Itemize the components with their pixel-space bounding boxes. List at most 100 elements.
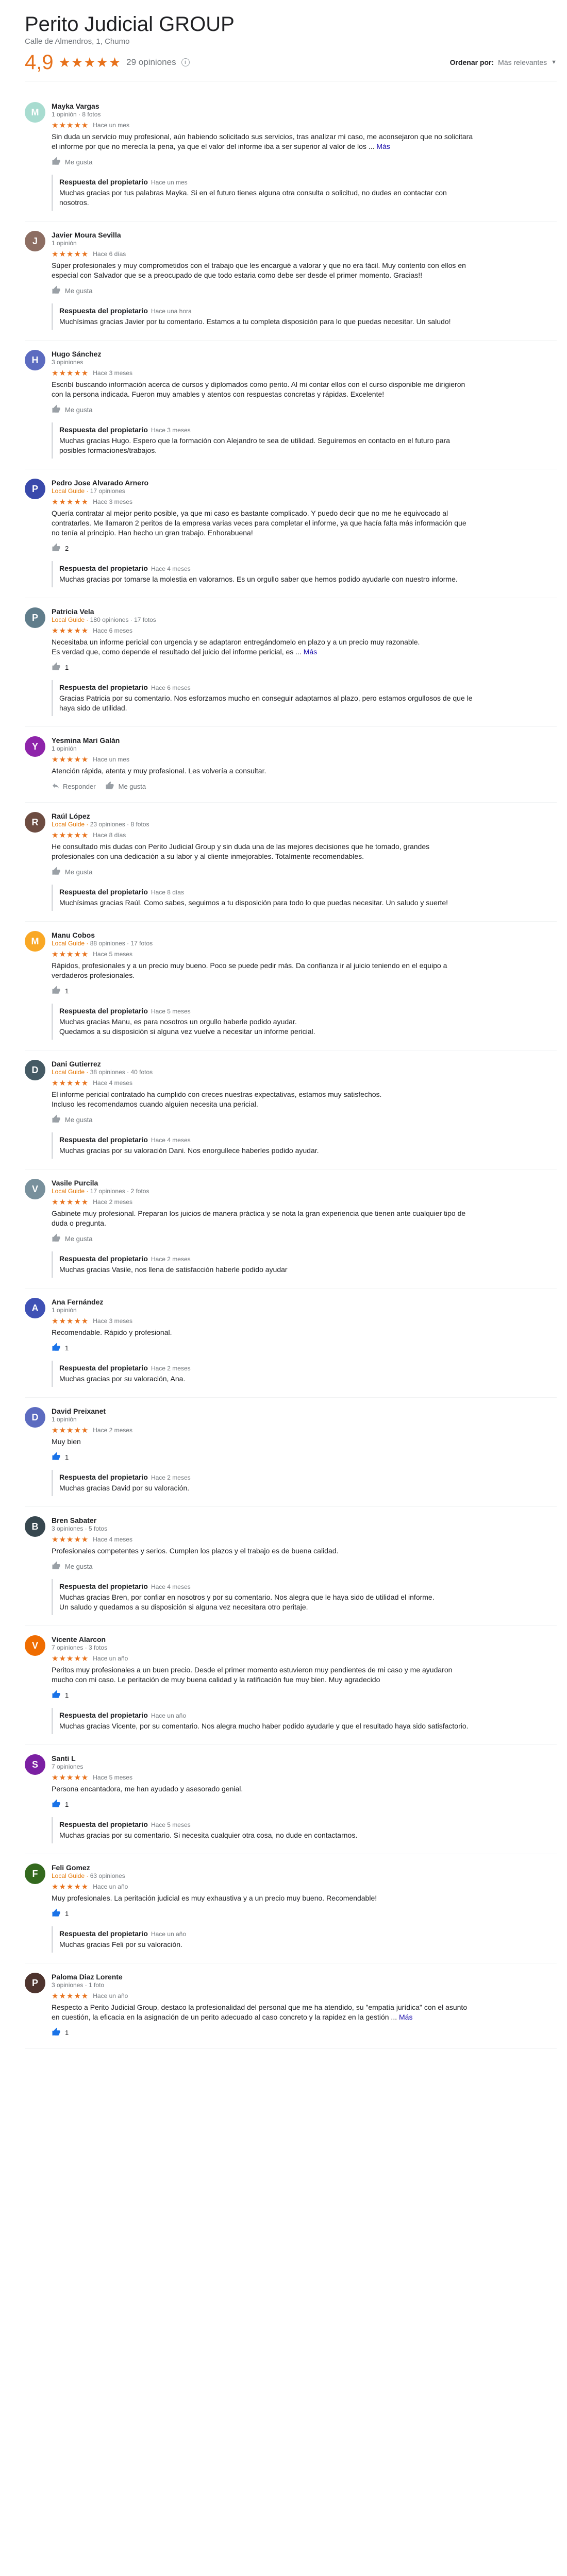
info-icon[interactable]: i [181, 58, 190, 66]
review-text-content: Peritos muy profesionales a un buen prec… [52, 1666, 453, 1684]
reviewer-stats: 7 opiniones [52, 1763, 84, 1770]
avatar[interactable]: P [25, 479, 45, 499]
reviewer-name[interactable]: Vasile Purcila [52, 1179, 557, 1187]
like-button[interactable]: 1 [52, 662, 69, 673]
like-button[interactable]: 1 [52, 2027, 69, 2038]
avatar[interactable]: B [25, 1516, 45, 1537]
owner-reply-label: Respuesta del propietario [59, 1007, 148, 1015]
review-text: Súper profesionales y muy comprometidos … [52, 261, 474, 280]
review-date: Hace un año [93, 1883, 128, 1890]
reviewer-name[interactable]: Javier Moura Sevilla [52, 231, 557, 239]
reviewer-name[interactable]: Paloma Diaz Lorente [52, 1973, 557, 1981]
like-button[interactable]: Me gusta [52, 867, 92, 877]
review-body: Feli Gomez Local Guide · 63 opiniones ★★★★… [52, 1863, 557, 1953]
reviewer-name[interactable]: Dani Gutierrez [52, 1060, 557, 1068]
owner-reply-label: Respuesta del propietario [59, 1820, 148, 1828]
thumbs-up-icon [52, 1561, 61, 1572]
avatar[interactable]: H [25, 350, 45, 370]
like-button[interactable]: Me gusta [52, 157, 92, 167]
like-button[interactable]: Me gusta [52, 1233, 92, 1244]
reviewer-meta: 3 opiniones · 5 fotos [52, 1525, 557, 1532]
rating-summary: 4,9 ★★★★★ 29 opiniones i Ordenar por: Má… [25, 51, 557, 81]
reviewer-name[interactable]: Mayka Vargas [52, 102, 557, 110]
review-item: H Hugo Sánchez 3 opiniones ★★★★★ Hace 3 mese… [25, 341, 557, 469]
reviewer-name[interactable]: Hugo Sánchez [52, 350, 557, 358]
review-stars: ★★★★★ [52, 1654, 89, 1663]
reviewer-name[interactable]: Vicente Alarcon [52, 1635, 557, 1643]
review-rating-row: ★★★★★ Hace 5 meses [52, 950, 557, 959]
like-button[interactable]: 1 [52, 1690, 69, 1701]
reviewer-stats: 63 opiniones [90, 1872, 125, 1879]
like-button[interactable]: 2 [52, 543, 69, 554]
avatar[interactable]: M [25, 931, 45, 952]
review-text: Gabinete muy profesional. Preparan los j… [52, 1209, 474, 1228]
avatar[interactable]: V [25, 1635, 45, 1656]
chevron-down-icon[interactable]: ▼ [551, 59, 557, 65]
more-link[interactable]: Más [399, 2013, 412, 2021]
owner-reply-text: Gracias Patricia por su comentario. Nos … [59, 694, 473, 712]
thumbs-up-icon [52, 285, 61, 296]
owner-reply: Respuesta del propietario Hace 4 meses Muc… [52, 1132, 474, 1159]
reviewer-name[interactable]: Feli Gomez [52, 1863, 557, 1872]
avatar[interactable]: F [25, 1863, 45, 1884]
review-text: Sin duda un servicio muy profesional, aú… [52, 132, 474, 151]
reviewer-name[interactable]: Santi L [52, 1754, 557, 1762]
avatar[interactable]: D [25, 1407, 45, 1428]
like-button[interactable]: Me gusta [52, 1561, 92, 1572]
like-count: 1 [65, 1344, 69, 1352]
reviewer-name[interactable]: Raúl López [52, 812, 557, 820]
avatar[interactable]: P [25, 1973, 45, 1993]
review-item: M Mayka Vargas 1 opinión · 8 fotos ★★★★★ Hac… [25, 93, 557, 222]
reviewer-name[interactable]: Manu Cobos [52, 931, 557, 939]
avatar[interactable]: M [25, 102, 45, 123]
like-button[interactable]: 1 [52, 1908, 69, 1919]
reviewer-meta: 7 opiniones [52, 1763, 557, 1770]
reply-button[interactable]: Responder [52, 782, 96, 791]
avatar[interactable]: J [25, 231, 45, 251]
like-button[interactable]: Me gusta [105, 781, 146, 792]
reviewer-name[interactable]: Bren Sabater [52, 1516, 557, 1524]
local-guide-badge: Local Guide · [52, 1872, 90, 1879]
like-button[interactable]: 1 [52, 1343, 69, 1353]
review-item: R Raúl López Local Guide · 23 opiniones · … [25, 803, 557, 922]
review-rating-row: ★★★★★ Hace un año [52, 1991, 557, 2001]
review-body: Pedro Jose Alvarado Arnero Local Guide · … [52, 479, 557, 587]
avatar[interactable]: R [25, 812, 45, 833]
review-date: Hace 6 días [93, 250, 126, 258]
more-link[interactable]: Más [304, 648, 317, 656]
like-button[interactable]: 1 [52, 1452, 69, 1463]
avatar[interactable]: S [25, 1754, 45, 1775]
more-link[interactable]: Más [376, 142, 390, 150]
review-body: Hugo Sánchez 3 opiniones ★★★★★ Hace 3 meses… [52, 350, 557, 459]
reviewer-name[interactable]: Yesmina Mari Galán [52, 736, 557, 744]
avatar[interactable]: V [25, 1179, 45, 1199]
thumbs-up-icon [52, 1799, 61, 1810]
reviewer-name[interactable]: David Preixanet [52, 1407, 557, 1415]
like-button[interactable]: 1 [52, 1799, 69, 1810]
review-rating-row: ★★★★★ Hace 2 meses [52, 1197, 557, 1207]
like-button[interactable]: Me gusta [52, 1114, 92, 1125]
owner-reply-text: Muchas gracias por tomarse la molestia e… [59, 575, 458, 583]
review-stars: ★★★★★ [52, 1317, 89, 1326]
avatar[interactable]: Y [25, 736, 45, 757]
avatar[interactable]: A [25, 1298, 45, 1318]
review-item: P Pedro Jose Alvarado Arnero Local Guide ·… [25, 469, 557, 598]
review-date: Hace 8 días [93, 832, 126, 839]
like-button[interactable]: 1 [52, 986, 69, 996]
like-button[interactable]: Me gusta [52, 285, 92, 296]
reviews-count[interactable]: 29 opiniones [126, 57, 176, 67]
avatar[interactable]: P [25, 607, 45, 628]
like-button[interactable]: Me gusta [52, 404, 92, 415]
reviewer-name[interactable]: Patricia Vela [52, 607, 557, 616]
reviewer-name[interactable]: Pedro Jose Alvarado Arnero [52, 479, 557, 487]
rating-left: 4,9 ★★★★★ 29 opiniones i [25, 51, 190, 74]
reviewer-meta: 1 opinión [52, 240, 557, 247]
reviewer-stats: 1 opinión [52, 240, 77, 247]
sort-control[interactable]: Ordenar por: Más relevantes ▼ [450, 58, 557, 66]
like-label: Me gusta [65, 158, 93, 166]
reviewer-stats: 17 opiniones [90, 487, 125, 495]
review-item: F Feli Gomez Local Guide · 63 opiniones ★★★… [25, 1854, 557, 1963]
avatar[interactable]: D [25, 1060, 45, 1080]
sort-select[interactable]: Más relevantes [498, 58, 547, 66]
reviewer-name[interactable]: Ana Fernández [52, 1298, 557, 1306]
